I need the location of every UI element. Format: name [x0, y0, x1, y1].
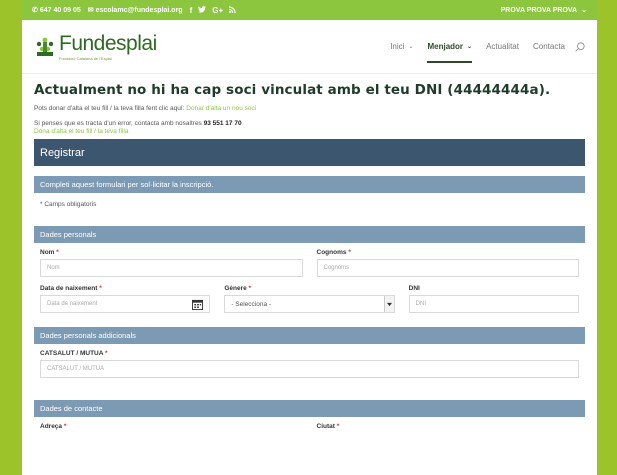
nom-input[interactable]: Nom [40, 259, 303, 277]
contact-phone: 93 551 17 70 [203, 120, 242, 127]
info-line-2: Si penses que es tracta d'un error, cont… [34, 120, 242, 127]
logo-icon [36, 37, 54, 56]
logo-text: Fundesplai [59, 31, 157, 55]
birthdate-input[interactable]: Data de naixement [40, 295, 211, 313]
section-additional-data: Dades personals addicionals [34, 327, 585, 344]
logo-subtitle: Fundació Catalana de l'Esplai [59, 55, 112, 61]
rss-icon[interactable] [229, 5, 236, 15]
catsalut-field-group: CATSALUT / MUTUA * CATSALUT / MUTUA [40, 350, 579, 378]
section-contact-data: Dades de contacte [34, 400, 585, 417]
chevron-down-icon: ⌄ [467, 44, 473, 50]
top-bar: ✆ 647 40 09 05 ✉ escolamc@fundesplai.org… [22, 0, 597, 20]
facebook-icon[interactable]: f [190, 6, 193, 15]
birthdate-field-group: Data de naixement * Data de naixement [40, 285, 211, 313]
form-intro-section: Completi aquest formulari per sol·licita… [34, 176, 585, 193]
nom-label: Nom * [40, 249, 59, 256]
select-arrow-icon [383, 296, 394, 312]
dni-input[interactable]: DNI [408, 295, 579, 313]
calendar-icon[interactable] [192, 299, 204, 310]
user-menu[interactable]: PROVA PROVA PROVA ⌄ [501, 6, 587, 15]
section-personal-data: Dades personals [34, 226, 585, 243]
cognoms-input[interactable]: Cognoms [316, 259, 579, 277]
email-link[interactable]: ✉ escolamc@fundesplai.org [87, 6, 183, 15]
adreca-label: Adreça * [40, 423, 67, 430]
required-note: * Camps obligatoris [40, 201, 97, 208]
main-nav: Inici ⌄ Menjador ⌄ Actualitat Contacta [376, 41, 585, 63]
add-member-link[interactable]: Donar d'alta un nou soci [186, 105, 256, 112]
personal-fields: Nom * Nom Cognoms * Cognoms Data de naix… [34, 243, 585, 313]
chevron-down-icon: ⌄ [408, 44, 414, 50]
site-logo[interactable]: Fundesplai Fundació Catalana de l'Esplai [34, 33, 157, 61]
page: ✆ 647 40 09 05 ✉ escolamc@fundesplai.org… [22, 0, 597, 475]
info-line-1: Pots donar d'alta el teu fill / la teva … [34, 105, 257, 112]
main-content: Actualment no hi ha cap soci vinculat am… [22, 82, 597, 433]
page-title: Actualment no hi ha cap soci vinculat am… [34, 82, 551, 98]
gender-field-group: Gènere * - Selecciona - [224, 285, 395, 313]
catsalut-label: CATSALUT / MUTUA * [40, 350, 108, 357]
nav-item-contacta[interactable]: Contacta [533, 42, 565, 51]
phone-link[interactable]: ✆ 647 40 09 05 [32, 6, 81, 15]
search-icon[interactable] [575, 41, 585, 52]
additional-fields: CATSALUT / MUTUA * CATSALUT / MUTUA [34, 344, 585, 378]
add-child-link[interactable]: Dóna d'alta el teu fill / la teva filla [34, 128, 585, 135]
dni-label: DNI [408, 285, 420, 292]
twitter-icon[interactable] [198, 5, 207, 15]
nav-item-inici[interactable]: Inici ⌄ [390, 42, 413, 51]
contact-fields: Adreça * Ciutat * [34, 417, 585, 433]
google-plus-icon[interactable]: G+ [212, 6, 223, 15]
catsalut-input[interactable]: CATSALUT / MUTUA [40, 360, 579, 378]
dni-field-group: DNI DNI [408, 285, 579, 313]
register-heading: Registrar [34, 139, 585, 166]
phone-icon: ✆ [32, 7, 38, 14]
gender-select[interactable]: - Selecciona - [224, 295, 395, 313]
ciutat-label: Ciutat * [316, 423, 340, 430]
birthdate-label: Data de naixement * [40, 285, 102, 292]
cognoms-label: Cognoms * [316, 249, 351, 256]
ciutat-field-group: Ciutat * [317, 423, 580, 433]
mail-icon: ✉ [87, 7, 94, 14]
nav-item-menjador[interactable]: Menjador ⌄ [427, 42, 473, 63]
nom-field-group: Nom * Nom [40, 249, 303, 277]
cognoms-field-group: Cognoms * Cognoms [316, 249, 579, 277]
gender-label: Gènere * [224, 285, 252, 292]
adreca-field-group: Adreça * [40, 423, 303, 433]
site-header: Fundesplai Fundació Catalana de l'Esplai… [22, 20, 597, 74]
chevron-down-icon: ⌄ [581, 7, 587, 14]
nav-item-actualitat[interactable]: Actualitat [486, 42, 519, 51]
